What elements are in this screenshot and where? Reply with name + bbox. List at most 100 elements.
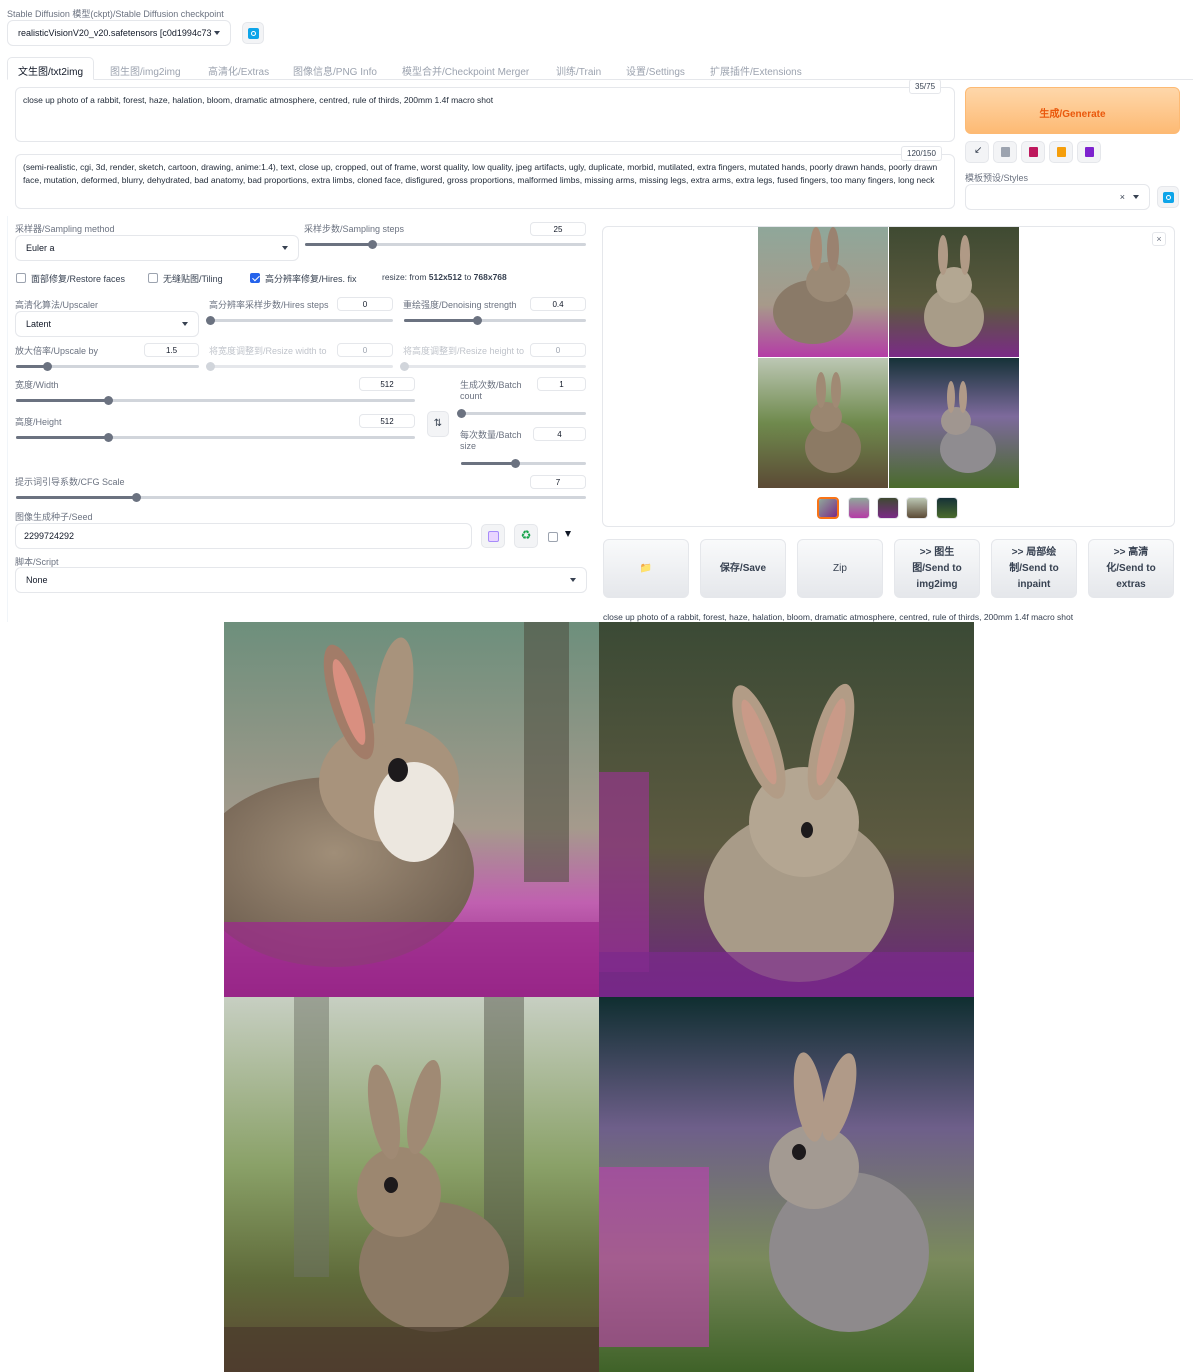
prompt-token-count: 35/75	[909, 79, 942, 94]
restore-faces-checkbox[interactable]	[16, 273, 26, 283]
tiling-checkbox[interactable]	[148, 273, 158, 283]
script-select[interactable]: None	[15, 567, 587, 593]
steps-slider[interactable]	[305, 240, 586, 249]
clear-prompt-button[interactable]	[993, 141, 1017, 163]
resize-height-label: 将高度调整到/Resize height to	[403, 346, 525, 356]
hires-steps-input[interactable]: 0	[337, 297, 393, 311]
resize-width-slider-handle[interactable]	[206, 362, 215, 371]
resize-width-slider[interactable]	[206, 362, 393, 371]
denoising-slider[interactable]	[404, 316, 586, 325]
resize-height-input[interactable]: 0	[530, 343, 586, 357]
thumbnail-2[interactable]	[877, 497, 899, 519]
denoising-slider-handle[interactable]	[472, 316, 482, 325]
hires-steps-slider-handle[interactable]	[206, 316, 215, 325]
main-tabs: 文生图/txt2img 图生图/img2img 高清化/Extras 图像信息/…	[7, 57, 1193, 80]
extra-networks-button[interactable]	[1021, 141, 1045, 163]
cfg-label: 提示词引导系数/CFG Scale	[15, 477, 125, 487]
open-folder-button[interactable]: 📁	[603, 539, 689, 598]
read-params-button[interactable]: ↙	[965, 141, 989, 163]
batch-count-input[interactable]: 1	[537, 377, 586, 391]
swap-dimensions-button[interactable]: ⇅	[427, 411, 449, 437]
checkpoint-select[interactable]: realisticVisionV20_v20.safetensors [c0d1…	[7, 20, 231, 46]
upscale-by-slider[interactable]	[16, 362, 199, 371]
tab-txt2img[interactable]: 文生图/txt2img	[7, 57, 95, 80]
floppy-disk-icon	[1085, 147, 1094, 157]
sampler-select[interactable]: Euler a	[15, 235, 299, 261]
denoising-input[interactable]: 0.4	[530, 297, 586, 311]
save-style-button[interactable]	[1077, 141, 1101, 163]
send-to-inpaint-button[interactable]: >> 局部绘 制/Send to inpaint	[991, 539, 1077, 598]
batch-size-slider[interactable]	[461, 459, 586, 468]
arrow-icon: ↙	[974, 145, 983, 156]
refresh-checkpoint-button[interactable]	[242, 22, 264, 44]
batch-size-input[interactable]: 4	[533, 427, 586, 441]
width-input[interactable]: 512	[359, 377, 415, 391]
tab-train[interactable]: 训练/Train	[556, 57, 601, 80]
random-seed-button[interactable]	[481, 524, 505, 548]
prompt-input[interactable]: close up photo of a rabbit, forest, haze…	[15, 87, 955, 142]
cfg-slider[interactable]	[16, 493, 586, 502]
tab-checkpoint-merger[interactable]: 模型合并/Checkpoint Merger	[402, 57, 529, 80]
apply-style-button[interactable]	[1049, 141, 1073, 163]
batch-size-label-2: size	[460, 441, 477, 451]
sampler-label: 采样器/Sampling method	[15, 224, 115, 234]
upscale-by-input[interactable]: 1.5	[144, 343, 199, 357]
negative-token-count: 120/150	[901, 146, 942, 161]
width-slider-handle[interactable]	[103, 396, 113, 405]
hires-steps-slider[interactable]	[206, 316, 393, 325]
expand-triangle-icon[interactable]	[565, 531, 571, 537]
refresh-icon	[248, 28, 259, 39]
save-button[interactable]: 保存/Save	[700, 539, 786, 598]
rabbit-image-4	[599, 997, 974, 1372]
tab-settings[interactable]: 设置/Settings	[626, 57, 685, 80]
seed-input[interactable]: 2299724292	[15, 523, 472, 549]
dice-icon	[488, 531, 499, 542]
reuse-seed-button[interactable]: ♻	[514, 524, 538, 548]
sampler-value: Euler a	[26, 243, 55, 253]
chevron-down-icon	[1133, 195, 1139, 199]
batch-count-slider[interactable]	[457, 409, 586, 418]
chevron-down-icon	[214, 31, 220, 35]
cfg-input[interactable]: 7	[530, 475, 586, 489]
hires-fix-checkbox[interactable]	[250, 273, 260, 283]
tiling-label: 无缝贴图/Tiling	[163, 274, 223, 284]
resize-info: resize: from 512x512 to 768x768	[382, 272, 507, 282]
swap-arrows-icon: ⇅	[433, 418, 443, 429]
upscaler-select[interactable]: Latent	[15, 311, 199, 337]
tab-extensions[interactable]: 扩展插件/Extensions	[710, 57, 802, 80]
width-slider[interactable]	[16, 396, 415, 405]
tab-png-info[interactable]: 图像信息/PNG Info	[293, 57, 377, 80]
send-to-img2img-button[interactable]: >> 图生 图/Send to img2img	[894, 539, 980, 598]
folder-icon: 📁	[639, 562, 653, 574]
resize-height-slider[interactable]	[400, 362, 586, 371]
negative-prompt-input[interactable]: (semi-realistic, cgi, 3d, render, sketch…	[15, 154, 955, 209]
tab-extras[interactable]: 高清化/Extras	[208, 57, 269, 80]
thumbnail-4[interactable]	[936, 497, 958, 519]
close-icon[interactable]: ×	[1152, 232, 1166, 246]
batch-count-slider-handle[interactable]	[457, 409, 466, 418]
thumbnail-grid[interactable]	[817, 497, 839, 519]
extra-seed-checkbox[interactable]	[548, 532, 558, 542]
cfg-slider-handle[interactable]	[131, 493, 141, 502]
tab-img2img[interactable]: 图生图/img2img	[110, 57, 181, 80]
zip-button[interactable]: Zip	[797, 539, 883, 598]
thumbnail-3[interactable]	[906, 497, 928, 519]
send-to-extras-button[interactable]: >> 高清 化/Send to extras	[1088, 539, 1174, 598]
batch-size-slider-handle[interactable]	[510, 459, 520, 468]
generate-button[interactable]: 生成/Generate	[965, 87, 1180, 134]
grid-preview-image[interactable]	[758, 227, 1019, 488]
clear-styles-icon[interactable]: ×	[1120, 192, 1125, 202]
denoising-label: 重绘强度/Denoising strength	[403, 300, 517, 310]
hires-steps-label: 高分辨率采样步数/Hires steps	[209, 300, 329, 310]
steps-input[interactable]: 25	[530, 222, 586, 236]
height-slider[interactable]	[16, 433, 415, 442]
styles-select[interactable]: ×	[965, 184, 1150, 210]
resize-width-input[interactable]: 0	[337, 343, 393, 357]
height-input[interactable]: 512	[359, 414, 415, 428]
seed-label: 图像生成种子/Seed	[15, 512, 93, 522]
chevron-down-icon	[182, 322, 188, 326]
resize-height-slider-handle[interactable]	[400, 362, 409, 371]
height-slider-handle[interactable]	[103, 433, 113, 442]
thumbnail-1[interactable]	[848, 497, 870, 519]
refresh-styles-button[interactable]	[1157, 186, 1179, 208]
